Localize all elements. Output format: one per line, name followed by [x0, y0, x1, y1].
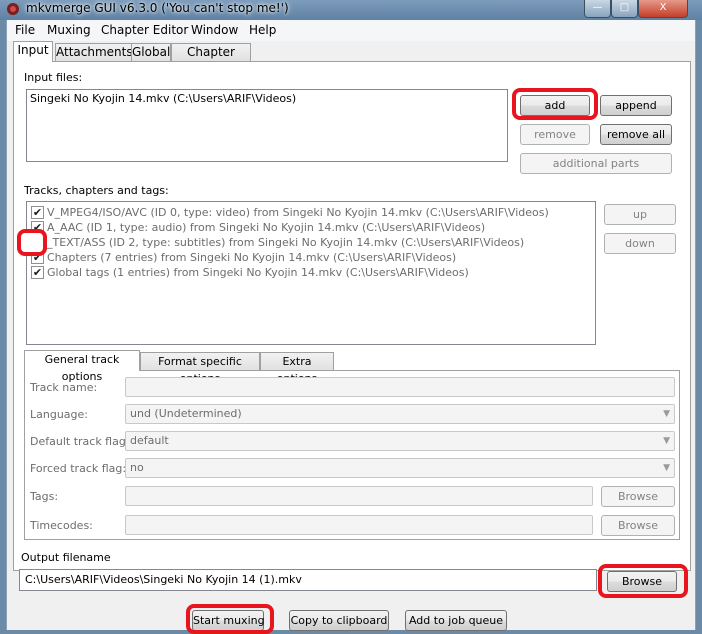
- window-title: mkvmerge GUI v6.3.0 ('You can't stop me!…: [26, 1, 289, 15]
- track-checkbox[interactable]: ✔: [31, 266, 44, 279]
- chevron-down-icon[interactable]: ▼: [663, 432, 670, 450]
- forced-track-flag-select[interactable]: no ▼: [125, 458, 675, 478]
- chevron-down-icon[interactable]: ▼: [663, 459, 670, 477]
- main-window: File Muxing Chapter Editor Window Help I…: [6, 20, 696, 631]
- timecodes-label: Timecodes:: [30, 519, 93, 532]
- tags-browse-button[interactable]: Browse: [601, 486, 675, 507]
- menu-window[interactable]: Window: [191, 23, 238, 37]
- add-button[interactable]: add: [520, 95, 590, 116]
- append-button[interactable]: append: [600, 95, 672, 116]
- input-files-list[interactable]: Singeki No Kyojin 14.mkv (C:\Users\ARIF\…: [26, 89, 508, 162]
- menu-chapter-editor[interactable]: Chapter Editor: [101, 23, 188, 37]
- tab-chapter-editor[interactable]: Chapter Editor: [171, 43, 251, 76]
- up-button[interactable]: up: [604, 204, 676, 225]
- additional-parts-button[interactable]: additional parts: [520, 153, 672, 174]
- track-label: Global tags (1 entries) from Singeki No …: [47, 266, 469, 279]
- tab-general-track-options[interactable]: General track options: [24, 350, 140, 383]
- input-files-label: Input files:: [24, 71, 83, 84]
- tracks-label: Tracks, chapters and tags:: [24, 184, 169, 197]
- title-bar[interactable]: mkvmerge GUI v6.3.0 ('You can't stop me!…: [0, 0, 702, 20]
- remove-button[interactable]: remove: [520, 124, 590, 145]
- down-button[interactable]: down: [604, 233, 676, 254]
- track-checkbox[interactable]: ✔: [31, 251, 44, 264]
- input-file-item[interactable]: Singeki No Kyojin 14.mkv (C:\Users\ARIF\…: [30, 92, 296, 105]
- start-muxing-button[interactable]: Start muxing: [192, 610, 265, 631]
- general-track-options-panel: Track name: Language: und (Undetermined)…: [24, 370, 680, 540]
- minimize-button[interactable]: —: [584, 0, 611, 18]
- tracks-list[interactable]: ✔ V_MPEG4/ISO/AVC (ID 0, type: video) fr…: [26, 201, 596, 345]
- tab-attachments[interactable]: Attachments: [55, 43, 133, 62]
- tags-label: Tags:: [30, 490, 59, 503]
- forced-track-flag-label: Forced track flag:: [30, 462, 127, 475]
- track-label: _TEXT/ASS (ID 2, type: subtitles) from S…: [47, 236, 525, 249]
- track-label: A_AAC (ID 1, type: audio) from Singeki N…: [47, 221, 486, 234]
- language-label: Language:: [30, 408, 88, 421]
- default-track-flag-value: default: [130, 434, 169, 447]
- timecodes-input[interactable]: [125, 515, 593, 535]
- output-filename-label: Output filename: [21, 551, 111, 564]
- language-value: und (Undetermined): [130, 407, 242, 420]
- tags-input[interactable]: [125, 486, 593, 506]
- remove-all-button[interactable]: remove all: [600, 124, 672, 145]
- menu-bar: File Muxing Chapter Editor Window Help: [7, 20, 695, 41]
- tab-global[interactable]: Global: [131, 43, 171, 62]
- maximize-button[interactable]: □: [611, 0, 638, 18]
- chevron-down-icon[interactable]: ▼: [663, 405, 670, 423]
- track-checkbox[interactable]: ✔: [31, 206, 44, 219]
- track-checkbox[interactable]: ✔: [31, 221, 44, 234]
- track-checkbox-unchecked[interactable]: [31, 236, 44, 249]
- input-tab-panel: Input files: Singeki No Kyojin 14.mkv (C…: [13, 61, 691, 571]
- tab-extra-options[interactable]: Extra options: [260, 352, 334, 385]
- tab-format-specific-options[interactable]: Format specific options: [140, 352, 260, 385]
- forced-track-flag-value: no: [130, 461, 144, 474]
- menu-muxing[interactable]: Muxing: [47, 23, 91, 37]
- output-filename-input[interactable]: C:\Users\ARIF\Videos\Singeki No Kyojin 1…: [19, 569, 597, 591]
- menu-help[interactable]: Help: [249, 23, 276, 37]
- close-button[interactable]: X: [638, 0, 688, 18]
- tab-input[interactable]: Input: [13, 41, 53, 62]
- track-label: V_MPEG4/ISO/AVC (ID 0, type: video) from…: [47, 206, 549, 219]
- menu-file[interactable]: File: [15, 23, 35, 37]
- default-track-flag-select[interactable]: default ▼: [125, 431, 675, 451]
- track-label: Chapters (7 entries) from Singeki No Kyo…: [47, 251, 457, 264]
- default-track-flag-label: Default track flag:: [30, 435, 130, 448]
- add-to-job-queue-button[interactable]: Add to job queue: [405, 610, 507, 631]
- mkvmerge-app-icon: [7, 3, 19, 15]
- copy-to-clipboard-button[interactable]: Copy to clipboard: [289, 610, 389, 631]
- timecodes-browse-button[interactable]: Browse: [601, 515, 675, 536]
- output-browse-button[interactable]: Browse: [607, 571, 677, 592]
- track-name-input[interactable]: [125, 377, 675, 397]
- language-select[interactable]: und (Undetermined) ▼: [125, 404, 675, 424]
